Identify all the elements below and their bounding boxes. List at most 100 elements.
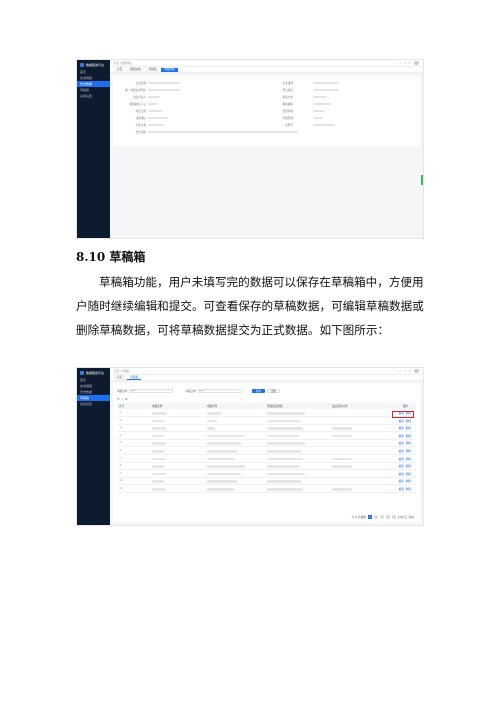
avatar[interactable] <box>414 61 419 65</box>
page-button[interactable]: 4 <box>386 515 391 519</box>
table-row: 10 编辑 删除 <box>117 478 416 486</box>
tab[interactable]: 数据填报 <box>127 67 144 72</box>
delete-link[interactable]: 删除 <box>406 434 411 438</box>
page-button[interactable]: 2 <box>374 515 379 519</box>
refresh-icon[interactable]: ↻ <box>117 397 120 401</box>
edit-link[interactable]: 编辑 <box>399 426 404 430</box>
fullscreen-icon[interactable]: ⛶ <box>409 61 411 65</box>
search-icon[interactable]: ⌕ <box>399 61 401 65</box>
table-row: 6 编辑 删除 <box>117 448 416 455</box>
cell-value <box>152 457 166 461</box>
floating-tab[interactable] <box>421 175 423 185</box>
detail-form: 企业名称 企业类型 统一社会信用代码 登记机关 法定代表人 联系方式 注册资本(… <box>113 76 420 146</box>
tab-active[interactable]: 填报详情 <box>161 67 178 72</box>
field-label: 注册号 <box>285 124 293 127</box>
draft-table-card: 填报名称 填报日期 查询 重置 ↻ ↕ ⚙ 序号 填报名称 填报单位 所属报送模… <box>113 383 420 522</box>
column-header: 填报名称 <box>152 405 163 408</box>
row-index: 2 <box>120 418 122 422</box>
field-label: 法定代表人 <box>133 96 146 99</box>
main-area: 首页 / 数据填报 ⌕ ◔ ⛶ 首页 数据填报 草稿箱 填报详情 企业名称 企业… <box>110 60 423 238</box>
page-button[interactable]: 3 <box>380 515 385 519</box>
edit-link[interactable]: 编辑 <box>399 487 404 491</box>
date-filter-input[interactable] <box>197 389 242 393</box>
field-label: 统一社会信用代码 <box>125 89 146 92</box>
section-title: 草稿箱 <box>109 250 146 264</box>
delete-link[interactable]: 删除 <box>406 464 411 468</box>
edit-link[interactable]: 编辑 <box>399 441 404 445</box>
field-value <box>148 88 180 92</box>
highlight-box <box>392 411 414 418</box>
delete-link[interactable]: 删除 <box>406 419 411 423</box>
column-header: 填报单位 <box>207 405 218 408</box>
edit-link[interactable]: 编辑 <box>399 464 404 468</box>
field-label: 行业分类 <box>135 124 146 127</box>
cell-value <box>332 488 352 491</box>
cell-value <box>152 419 164 423</box>
delete-link[interactable]: 删除 <box>406 441 411 445</box>
density-icon[interactable]: ↕ <box>122 397 124 401</box>
cell-value <box>152 488 166 491</box>
row-index: 11 <box>120 487 123 490</box>
cell-value <box>152 465 164 468</box>
field-value <box>313 109 325 113</box>
row-actions: 编辑 删除 <box>399 441 411 445</box>
fullscreen-icon[interactable]: ⛶ <box>409 369 411 373</box>
page-size-select[interactable]: 10条/页 <box>398 515 407 519</box>
delete-link[interactable]: 删除 <box>406 472 411 476</box>
cell-value <box>207 465 245 468</box>
sidebar-item[interactable]: 系统设置 <box>77 401 110 407</box>
field-value <box>313 95 327 99</box>
delete-link[interactable]: 删除 <box>406 426 411 430</box>
cell-value <box>332 457 352 461</box>
field-label: 所属区域 <box>282 117 293 120</box>
edit-link[interactable]: 编辑 <box>399 434 404 438</box>
goto-page[interactable]: 前往 <box>409 515 414 519</box>
edit-link[interactable]: 编辑 <box>399 449 404 453</box>
name-filter-input[interactable] <box>129 389 174 393</box>
edit-link[interactable]: 编辑 <box>399 472 404 476</box>
tab[interactable]: 草稿箱 <box>145 67 160 72</box>
table-header: 序号 填报名称 填报单位 所属报送模板 最后保存时间 操作 <box>117 403 416 409</box>
settings-icon[interactable]: ⚙ <box>125 397 128 401</box>
section-heading: 8.10 草稿箱 <box>76 248 145 265</box>
app-title: 数据报送平台 <box>86 370 105 375</box>
edit-link[interactable]: 编辑 <box>399 479 404 483</box>
page-button[interactable]: 5 <box>392 515 397 519</box>
field-label: 成立日期 <box>135 110 146 113</box>
cell-value <box>207 480 237 483</box>
field-label: 经营范围 <box>135 131 146 134</box>
page-button[interactable]: 1 <box>368 515 373 519</box>
delete-link[interactable]: 删除 <box>406 479 411 483</box>
form-screenshot: 数据报送平台 首页 在线填报 历史数据 草稿箱 系统设置 首页 / 数据填报 ⌕… <box>76 59 424 239</box>
cell-value <box>152 427 166 430</box>
tab-active[interactable]: 草稿箱 <box>127 375 141 380</box>
search-icon[interactable]: ⌕ <box>399 369 401 373</box>
breadcrumb: 首页 / 数据填报 <box>114 62 132 65</box>
table-row: 7 编辑 删除 <box>117 456 416 463</box>
tab[interactable]: 首页 <box>114 375 126 380</box>
tab[interactable]: 首页 <box>114 67 126 72</box>
field-value <box>148 81 180 85</box>
delete-link[interactable]: 删除 <box>406 487 411 491</box>
field-label: 企业类型 <box>282 82 293 85</box>
delete-link[interactable]: 删除 <box>406 457 411 461</box>
field-value <box>148 116 168 120</box>
cell-value <box>207 450 237 453</box>
sidebar-item[interactable]: 系统设置 <box>77 93 110 99</box>
edit-link[interactable]: 编辑 <box>399 419 404 423</box>
row-actions: 编辑 删除 <box>399 419 411 423</box>
reset-button[interactable]: 重置 <box>266 388 281 394</box>
search-button[interactable]: 查询 <box>251 388 265 394</box>
avatar[interactable] <box>414 369 419 373</box>
bell-icon[interactable]: ◔ <box>404 61 406 65</box>
cell-value <box>152 480 164 483</box>
edit-link[interactable]: 编辑 <box>399 457 404 461</box>
row-index: 5 <box>120 441 122 445</box>
row-actions: 编辑 删除 <box>399 449 411 453</box>
row-actions: 编辑 删除 <box>399 472 411 476</box>
field-value <box>313 123 335 127</box>
bell-icon[interactable]: ◔ <box>404 369 406 373</box>
delete-link[interactable]: 删除 <box>406 449 411 453</box>
cell-value <box>267 412 305 415</box>
cell-value <box>207 472 241 476</box>
